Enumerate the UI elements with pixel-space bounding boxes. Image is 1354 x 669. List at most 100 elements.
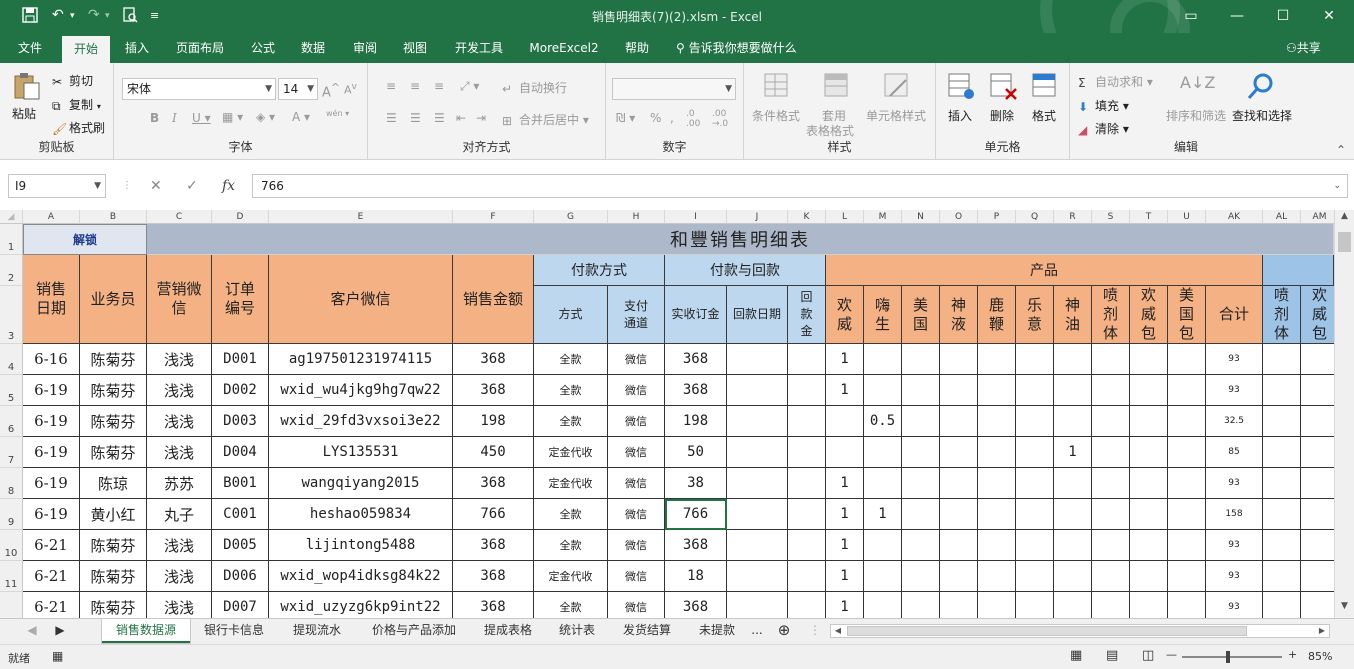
select-all-corner[interactable]: ◢ <box>0 210 23 224</box>
cell-return-amount[interactable] <box>788 375 826 406</box>
cell-method[interactable]: 全款 <box>534 406 608 437</box>
cell-salesman[interactable]: 黄小红 <box>80 499 147 530</box>
insert-cells-icon[interactable] <box>946 71 976 101</box>
cell-product-qty[interactable]: 1 <box>1054 437 1092 468</box>
column-header[interactable]: N <box>902 210 940 224</box>
cell-amount[interactable]: 368 <box>453 344 534 375</box>
column-header[interactable]: O <box>940 210 978 224</box>
cell-date[interactable]: 6-21 <box>23 530 80 561</box>
delete-button[interactable]: 删除 <box>990 107 1014 124</box>
align-left-icon[interactable]: ☰ <box>386 111 397 125</box>
cell-salesman[interactable]: 陈菊芬 <box>80 592 147 618</box>
cell-product-qty[interactable]: 1 <box>826 592 864 618</box>
paste-button[interactable]: 粘贴 <box>12 105 36 122</box>
sort-filter-icon[interactable]: A↓Z <box>1180 73 1215 92</box>
row-header[interactable]: 4 <box>0 344 23 375</box>
column-header[interactable]: D <box>212 210 269 224</box>
cell-amount[interactable]: 368 <box>453 592 534 618</box>
cell-total[interactable]: 93 <box>1206 561 1263 592</box>
cell-product-qty[interactable] <box>902 468 940 499</box>
minimize-icon[interactable]: — <box>1214 3 1260 29</box>
zoom-in-icon[interactable]: + <box>1288 648 1297 661</box>
cell-date[interactable]: 6-19 <box>23 499 80 530</box>
insert-button[interactable]: 插入 <box>948 107 972 124</box>
cell-product-qty[interactable] <box>978 468 1016 499</box>
scroll-right-icon[interactable]: ▶ <box>1315 625 1329 637</box>
cut-button[interactable]: ✂ 剪切 <box>52 72 93 89</box>
cell-product-qty[interactable] <box>940 561 978 592</box>
cell-customer[interactable]: wxid_wop4idksg84k22 <box>269 561 453 592</box>
cell-marketing[interactable]: 浅浅 <box>147 592 212 618</box>
format-as-table-icon[interactable] <box>822 71 852 101</box>
cell-return-date[interactable] <box>727 375 788 406</box>
row-header[interactable]: 6 <box>0 406 23 437</box>
cell-extra[interactable] <box>1301 406 1334 437</box>
cell-product-qty[interactable] <box>902 561 940 592</box>
cell-product-qty[interactable] <box>940 375 978 406</box>
cell-channel[interactable]: 微信 <box>608 468 665 499</box>
merge-center-button[interactable]: ⊞ 合并后居中 ▾ <box>502 111 589 128</box>
increase-indent-icon[interactable]: ⇥ <box>476 111 486 125</box>
cell-product-qty[interactable] <box>1130 406 1168 437</box>
tab-insert[interactable]: 插入 <box>116 33 158 63</box>
splitter-icon[interactable]: ⋮ <box>808 619 822 643</box>
format-button[interactable]: 格式 <box>1032 107 1056 124</box>
cell-return-date[interactable] <box>727 437 788 468</box>
column-header[interactable]: AL <box>1263 210 1301 224</box>
cell-order[interactable]: D006 <box>212 561 269 592</box>
cell-product-qty[interactable]: 1 <box>826 468 864 499</box>
percent-icon[interactable]: % <box>650 111 661 125</box>
comma-icon[interactable]: , <box>670 111 674 125</box>
cell-customer[interactable]: wxid_29fd3vxsoi3e22 <box>269 406 453 437</box>
delete-cells-icon[interactable] <box>988 71 1018 101</box>
sheet-tab-shipping[interactable]: 发货结算 <box>610 619 684 643</box>
orientation-icon[interactable]: ⤢ ▾ <box>460 79 479 94</box>
unlock-button[interactable]: 解锁 <box>23 224 147 255</box>
cell-order[interactable]: D005 <box>212 530 269 561</box>
cell-total[interactable]: 32.5 <box>1206 406 1263 437</box>
paste-icon[interactable] <box>12 71 42 101</box>
cell-marketing[interactable]: 浅浅 <box>147 530 212 561</box>
column-header[interactable]: F <box>453 210 534 224</box>
cell-extra[interactable] <box>1263 592 1301 618</box>
cell-channel[interactable]: 微信 <box>608 592 665 618</box>
tab-formulas[interactable]: 公式 <box>242 33 284 63</box>
cell-channel[interactable]: 微信 <box>608 406 665 437</box>
decrease-decimal-icon[interactable]: .00 →.0 <box>712 109 728 129</box>
bottom-align-icon[interactable]: ≡ <box>434 79 444 93</box>
cell-channel[interactable]: 微信 <box>608 344 665 375</box>
font-size-select[interactable]: 14 ▼ <box>278 78 318 100</box>
format-as-table-button-l2[interactable]: 表格格式 <box>806 122 854 139</box>
cell-order[interactable]: D002 <box>212 375 269 406</box>
conditional-format-button[interactable]: 条件格式 <box>752 107 800 124</box>
cell-product-qty[interactable] <box>1054 499 1092 530</box>
row-header[interactable]: 8 <box>0 468 23 499</box>
cell-product-qty[interactable]: 0.5 <box>864 406 902 437</box>
enter-icon[interactable]: ✓ <box>186 174 198 198</box>
cell-extra[interactable] <box>1263 530 1301 561</box>
cell-channel[interactable]: 微信 <box>608 561 665 592</box>
format-painter-button[interactable]: 🖌 格式刷 <box>52 119 105 136</box>
maximize-icon[interactable]: ☐ <box>1260 3 1306 29</box>
cell-product-qty[interactable] <box>1168 530 1206 561</box>
sheet-tab-stats[interactable]: 统计表 <box>546 619 608 643</box>
scroll-up-icon[interactable]: ▲ <box>1336 211 1353 227</box>
font-name-select[interactable]: 宋体 ▼ <box>122 78 276 100</box>
tab-scroll-right-icon[interactable]: ▶ <box>52 619 68 643</box>
insert-function-icon[interactable]: fx <box>222 174 235 198</box>
cell-return-date[interactable] <box>727 561 788 592</box>
column-header[interactable]: R <box>1054 210 1092 224</box>
find-icon[interactable] <box>1246 71 1276 101</box>
cell-product-qty[interactable] <box>978 375 1016 406</box>
cell-product-qty[interactable]: 1 <box>826 499 864 530</box>
cell-return-amount[interactable] <box>788 499 826 530</box>
cell-product-qty[interactable] <box>1054 406 1092 437</box>
cell-order[interactable]: D003 <box>212 406 269 437</box>
column-header[interactable]: G <box>534 210 608 224</box>
cell-amount[interactable]: 368 <box>453 530 534 561</box>
cell-extra[interactable] <box>1301 592 1334 618</box>
chevron-down-icon[interactable]: ▼ <box>94 175 101 197</box>
cell-marketing[interactable]: 浅浅 <box>147 344 212 375</box>
cell-product-qty[interactable] <box>902 499 940 530</box>
cell-extra[interactable] <box>1263 561 1301 592</box>
